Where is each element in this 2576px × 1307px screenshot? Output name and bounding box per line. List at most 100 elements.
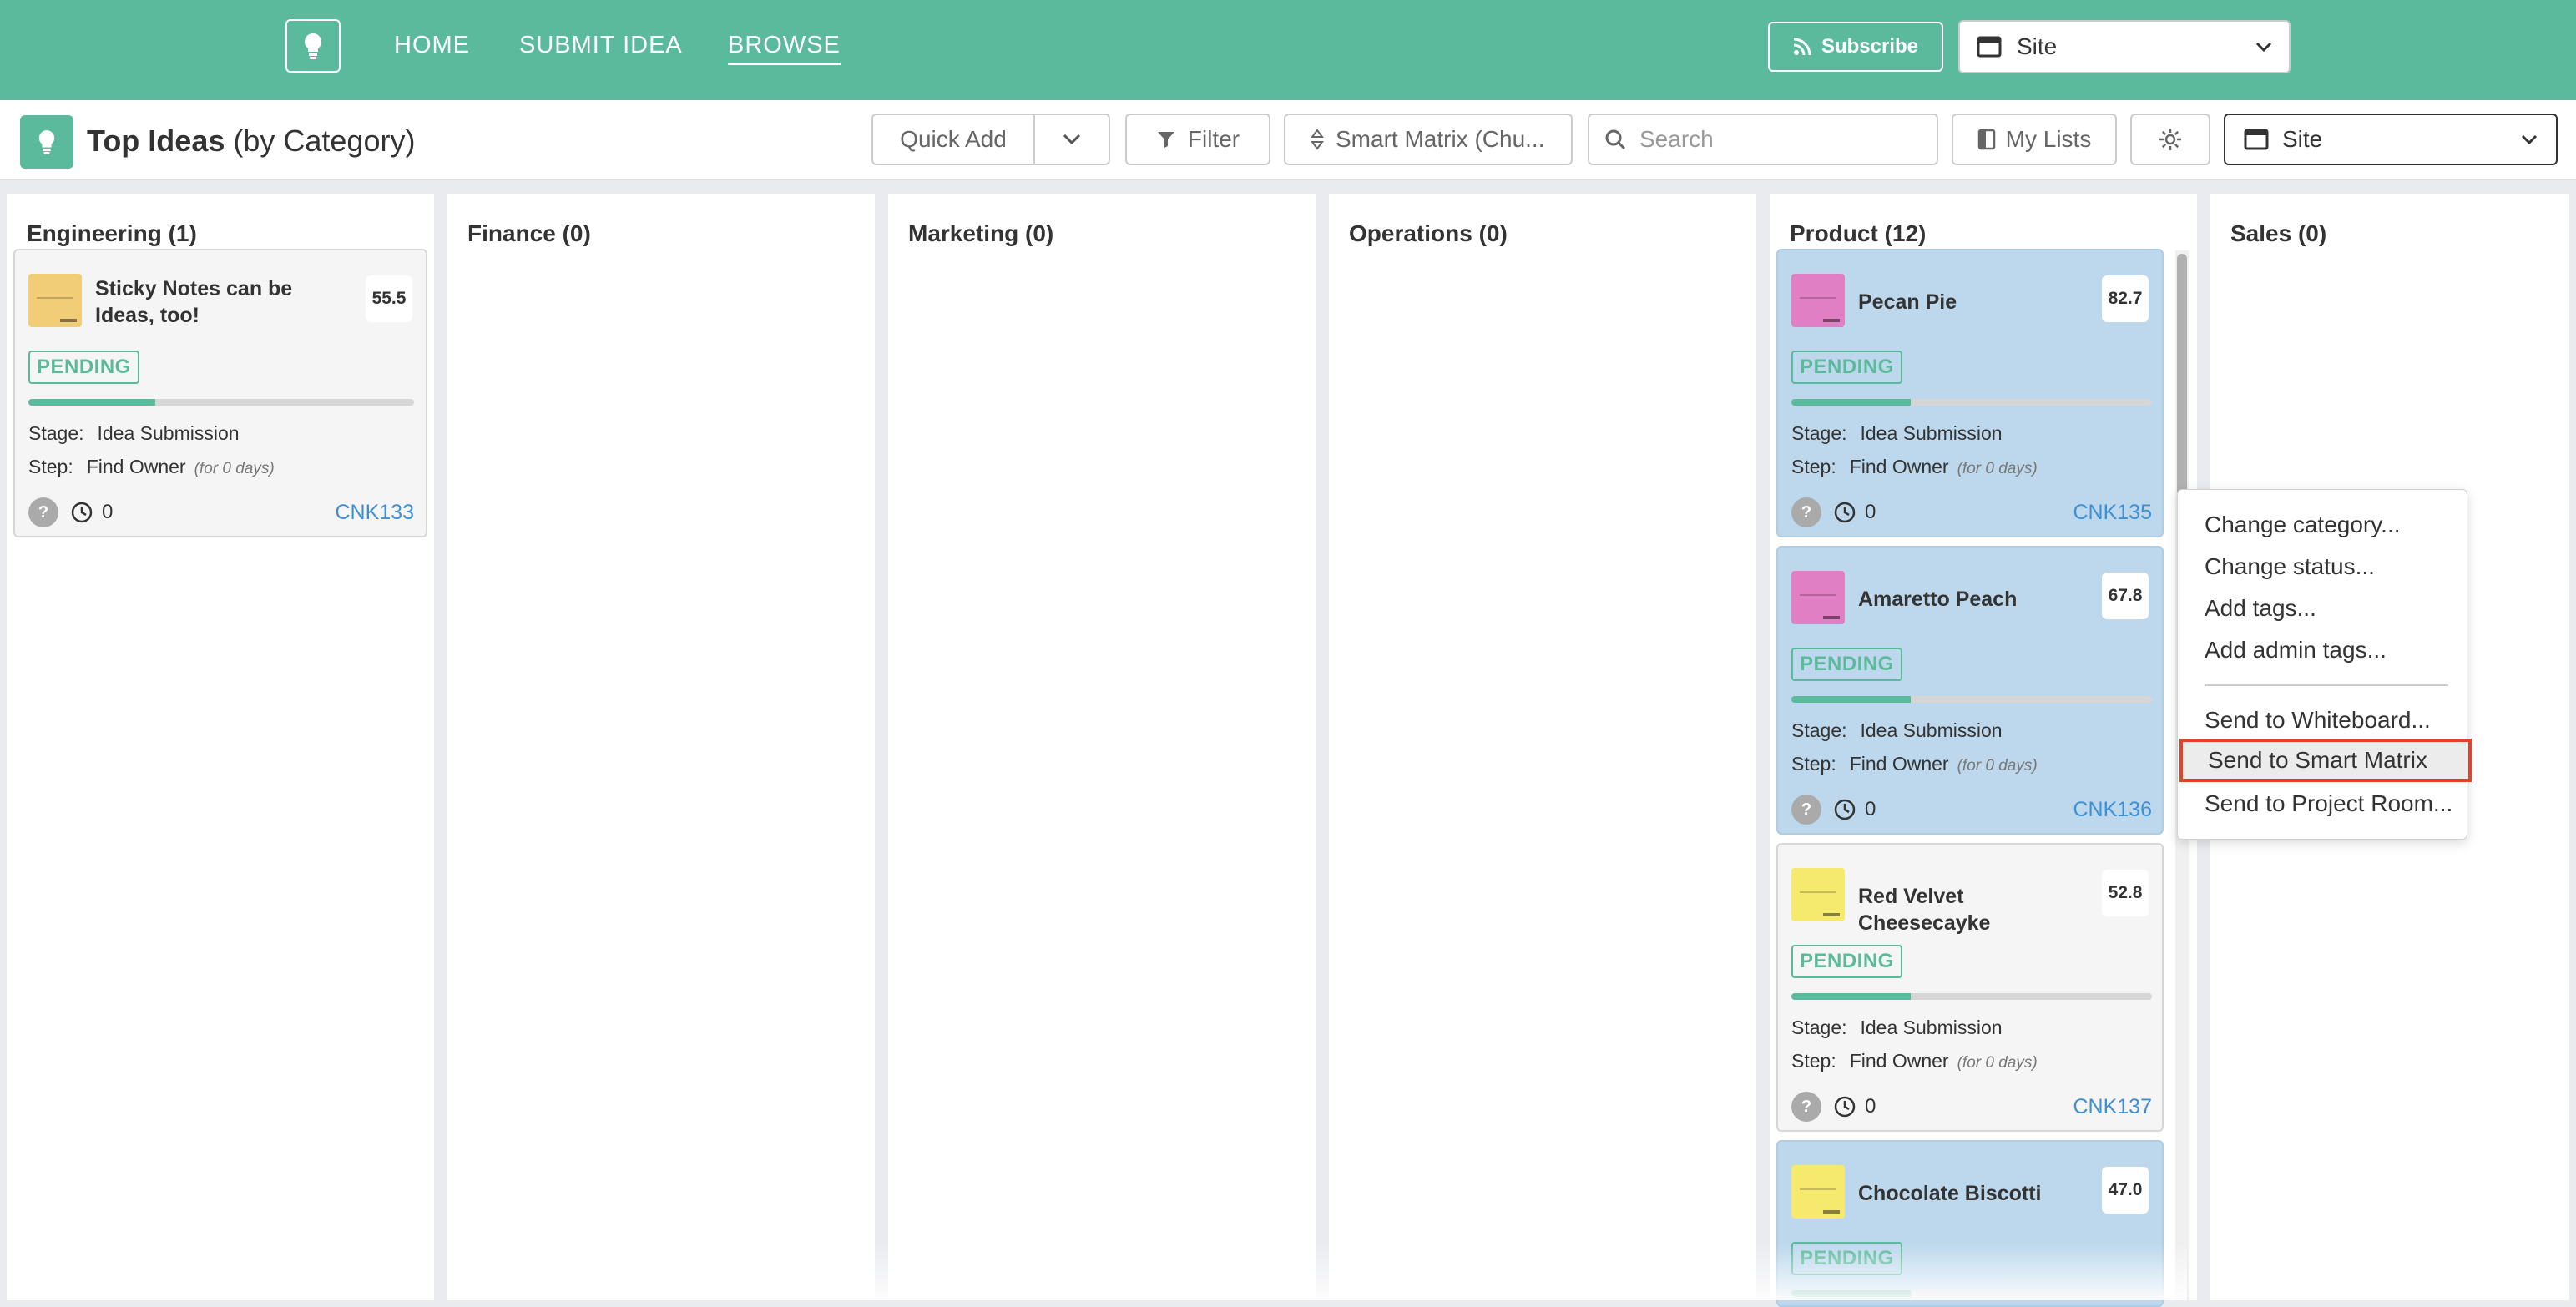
nav-home-link[interactable]: HOME xyxy=(394,32,470,59)
idea-id-link[interactable]: CNK133 xyxy=(336,501,415,525)
stage-row: Stage: Idea Submission xyxy=(1791,719,2003,741)
stage-value: Idea Submission xyxy=(1860,719,2003,741)
quick-add-button[interactable]: Quick Add xyxy=(871,114,1035,165)
idea-card[interactable]: Red Velvet Cheesecayke 52.8 PENDING Stag… xyxy=(1776,843,2164,1132)
menu-item-send-to-whiteboard[interactable]: Send to Whiteboard... xyxy=(2205,707,2431,734)
clock-count: 0 xyxy=(1865,501,1876,523)
idea-card[interactable]: Amaretto Peach 67.8 PENDING Stage: Idea S… xyxy=(1776,546,2164,835)
subscribe-button[interactable]: Subscribe xyxy=(1768,22,1943,72)
clock-icon xyxy=(1833,1095,1856,1118)
column-title: Product (12) xyxy=(1790,220,1927,246)
menu-item-change-status[interactable]: Change status... xyxy=(2205,553,2375,580)
panel-icon xyxy=(1977,129,1995,150)
search-placeholder: Search xyxy=(1639,126,1714,152)
stage-progress-bar xyxy=(28,399,414,406)
idea-id-link[interactable]: CNK136 xyxy=(2073,798,2153,822)
menu-separator xyxy=(2205,684,2448,686)
subscribe-label: Subscribe xyxy=(1821,35,1919,58)
owner-avatar[interactable]: ? xyxy=(28,497,58,527)
idea-thumbnail xyxy=(1791,868,1845,921)
page-title-main: Top Ideas xyxy=(87,124,225,158)
lightbulb-icon xyxy=(20,115,73,169)
column-marketing: Marketing (0) xyxy=(888,194,1316,1300)
chevron-down-icon xyxy=(2521,134,2538,145)
site-selector-top[interactable]: Site xyxy=(1958,20,2291,73)
idea-score: 52.8 xyxy=(2102,870,2149,916)
idea-id-link[interactable]: CNK137 xyxy=(2073,1095,2153,1119)
site-selector-toolbar-value: Site xyxy=(2282,126,2323,152)
search-icon xyxy=(1605,129,1626,150)
menu-item-send-to-project-room[interactable]: Send to Project Room... xyxy=(2205,790,2452,817)
idea-card[interactable]: Chocolate Biscotti 47.0 PENDING xyxy=(1776,1140,2164,1307)
quick-add-dropdown-button[interactable] xyxy=(1033,114,1110,165)
gear-icon xyxy=(2159,129,2181,150)
stage-value: Idea Submission xyxy=(1860,1017,2003,1038)
step-duration: (for 0 days) xyxy=(194,460,275,477)
status-badge: PENDING xyxy=(1791,1242,1902,1275)
stage-progress-bar xyxy=(1791,1290,2152,1297)
window-icon xyxy=(2244,129,2269,150)
stage-progress-bar xyxy=(1791,993,2152,1000)
site-selector-toolbar[interactable]: Site xyxy=(2224,114,2558,165)
column-finance: Finance (0) xyxy=(447,194,875,1300)
filter-button[interactable]: Filter xyxy=(1125,114,1270,165)
my-lists-label: My Lists xyxy=(2005,126,2092,152)
stage-value: Idea Submission xyxy=(97,422,240,444)
site-selector-top-value: Site xyxy=(2017,33,2058,59)
idea-title: Pecan Pie xyxy=(1858,290,1957,314)
idea-score: 67.8 xyxy=(2102,573,2149,619)
stage-row: Stage: Idea Submission xyxy=(1791,422,2003,444)
page-title-suffix: (by Category) xyxy=(233,124,416,158)
stage-value: Idea Submission xyxy=(1860,422,2003,444)
menu-item-add-admin-tags[interactable]: Add admin tags... xyxy=(2205,637,2387,664)
step-duration: (for 0 days) xyxy=(1957,460,2038,477)
column-title: Finance (0) xyxy=(467,220,591,246)
column-title: Marketing (0) xyxy=(908,220,1054,246)
column-product: Product (12) Pecan Pie 82.7 PENDING Stag… xyxy=(1770,194,2197,1307)
nav-submit-idea-link[interactable]: SUBMIT IDEA xyxy=(519,32,683,59)
owner-avatar[interactable]: ? xyxy=(1791,795,1821,825)
idea-card[interactable]: Pecan Pie 82.7 PENDING Stage: Idea Submis… xyxy=(1776,249,2164,537)
column-operations: Operations (0) xyxy=(1329,194,1756,1300)
stage-progress-fill xyxy=(1791,399,1911,406)
column-title: Operations (0) xyxy=(1349,220,1508,246)
smart-matrix-sort-button[interactable]: Smart Matrix (Chu... xyxy=(1284,114,1573,165)
step-duration: (for 0 days) xyxy=(1957,757,2038,775)
stage-row: Stage: Idea Submission xyxy=(28,422,240,444)
nav-browse-link[interactable]: BROWSE xyxy=(728,32,841,65)
rss-icon xyxy=(1793,38,1811,56)
menu-item-add-tags[interactable]: Add tags... xyxy=(2205,595,2316,622)
idea-title: Sticky Notes can be Ideas, too! xyxy=(95,277,293,327)
clock-count: 0 xyxy=(1865,798,1876,820)
menu-item-change-category[interactable]: Change category... xyxy=(2205,512,2401,538)
stage-progress-fill xyxy=(1791,1290,1911,1297)
clock-icon xyxy=(1833,501,1856,524)
column-title: Engineering (1) xyxy=(27,220,197,246)
search-input[interactable]: Search xyxy=(1588,114,1938,165)
idea-score: 82.7 xyxy=(2102,275,2149,322)
idea-score: 47.0 xyxy=(2102,1167,2149,1214)
stage-progress-fill xyxy=(1791,696,1911,703)
stage-progress-fill xyxy=(1791,993,1911,1000)
column-scrollbar-thumb[interactable] xyxy=(2177,254,2187,504)
settings-button[interactable] xyxy=(2130,114,2210,165)
idea-id-link[interactable]: CNK135 xyxy=(2073,501,2153,525)
status-badge: PENDING xyxy=(1791,351,1902,384)
lightbulb-logo-icon[interactable] xyxy=(285,19,341,73)
stage-progress-bar xyxy=(1791,399,2152,406)
owner-avatar[interactable]: ? xyxy=(1791,1092,1821,1122)
step-row: Step: Find Owner (for 0 days) xyxy=(1791,753,2038,775)
menu-item-send-to-smart-matrix[interactable]: Send to Smart Matrix xyxy=(2179,739,2472,782)
stage-progress-bar xyxy=(1791,696,2152,703)
stage-progress-fill xyxy=(28,399,156,406)
smart-matrix-label: Smart Matrix (Chu... xyxy=(1336,126,1545,152)
step-value: Find Owner xyxy=(1849,1050,1949,1072)
my-lists-button[interactable]: My Lists xyxy=(1952,114,2117,165)
toolbar: Top Ideas (by Category) Quick Add Filter… xyxy=(0,100,2576,180)
top-navbar: HOME SUBMIT IDEA BROWSE Subscribe Site xyxy=(0,0,2576,100)
window-icon xyxy=(1977,36,2002,58)
owner-avatar[interactable]: ? xyxy=(1791,497,1821,527)
idea-card[interactable]: Sticky Notes can be Ideas, too! 55.5 PEN… xyxy=(13,249,427,537)
filter-label: Filter xyxy=(1187,126,1240,152)
clock-count: 0 xyxy=(102,501,114,523)
